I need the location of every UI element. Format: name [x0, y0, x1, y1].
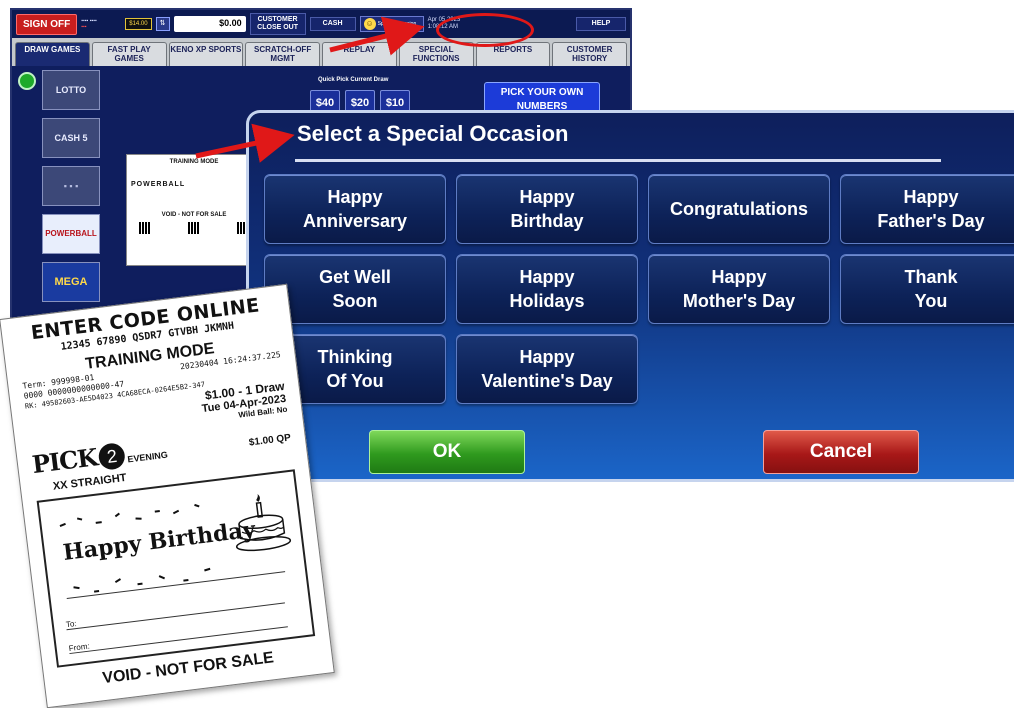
occasion-label-line: Happy — [903, 187, 959, 207]
occasion-label-line: Happy — [519, 267, 575, 287]
occasion-label-line: Thinking — [317, 347, 393, 367]
occasion-label-line: Anniversary — [302, 211, 408, 231]
quick-pick-label: Quick Pick Current Draw — [318, 77, 389, 83]
occasion-label-line: Happy — [711, 267, 767, 287]
special-occasion-dialog: Select a Special Occasion Happy Annivers… — [246, 110, 1014, 482]
occasion-thank-you-button[interactable]: Thank You — [840, 254, 1014, 324]
qr-code-icon — [188, 222, 200, 234]
occasion-label-line: Get Well — [319, 267, 391, 287]
occasion-label-line: Happy — [519, 187, 575, 207]
terminal-tabs: DRAW GAMES FAST PLAY GAMES KENO XP SPORT… — [12, 38, 630, 66]
ticket-play-price: $1.00 QP — [248, 432, 292, 449]
birthday-cake-icon — [235, 493, 292, 552]
amount-field[interactable]: $0.00 — [173, 16, 246, 32]
ticket-preview-codes — [131, 222, 257, 234]
balance-display: $14.00 — [125, 18, 152, 30]
special-occasion-button[interactable]: ☺ Special Occasion — [359, 16, 424, 32]
game-tile-cash5[interactable]: CASH 5 — [42, 118, 100, 158]
tab-replay[interactable]: REPLAY — [322, 42, 397, 66]
occasion-label-line: You — [914, 291, 948, 311]
occasion-label-line: Of You — [326, 371, 384, 391]
ok-button[interactable]: OK — [369, 430, 525, 474]
terminal-top-bar: SIGN OFF ▪▪▪▪ ▪▪▪▪ ▪▪▪ $14.00 ⇅ $0.00 CUS… — [12, 10, 630, 38]
occasion-happy-holidays-button[interactable]: Happy Holidays — [456, 254, 638, 324]
printed-ticket: ENTER CODE ONLINE 12345 67890 QSDR7 GTVB… — [0, 283, 335, 708]
tab-keno-xp-sports[interactable]: KENO XP SPORTS — [168, 42, 244, 66]
occasion-label-line: Birthday — [510, 211, 584, 231]
cash-button[interactable]: CASH — [309, 17, 356, 31]
cancel-button[interactable]: Cancel — [763, 430, 919, 474]
sign-off-button[interactable]: SIGN OFF — [16, 13, 78, 35]
occasion-label-line: Happy — [519, 347, 575, 367]
dialog-title: Select a Special Occasion — [297, 121, 569, 146]
ticket-preview-game: POWERBALL — [131, 181, 186, 188]
occasion-congratulations-button[interactable]: Congratulations — [648, 174, 830, 244]
game-list: LOTTO CASH 5 ▪ ▪ ▪ POWERBALL MEGA — [42, 70, 104, 310]
occasion-label-line: Father's Day — [877, 211, 985, 231]
game-tile-powerball[interactable]: POWERBALL — [42, 214, 100, 254]
customer-close-out-button[interactable]: CUSTOMER CLOSE OUT — [249, 13, 306, 35]
dialog-divider — [295, 159, 941, 162]
tab-scratch-off-mgmt[interactable]: SCRATCH-OFF MGMT — [245, 42, 320, 66]
occasion-grid: Happy Anniversary Happy Birthday Congrat… — [264, 174, 1014, 404]
terminal-status-text: ▪▪▪▪ ▪▪▪▪ ▪▪▪ — [81, 18, 97, 30]
highlight-circle — [436, 13, 534, 47]
qr-code-icon — [139, 222, 151, 234]
pick2-logo-number: 2 — [97, 441, 127, 471]
smiley-icon: ☺ — [363, 18, 376, 30]
occasion-label-line: Congratulations — [670, 199, 808, 219]
occasion-get-well-soon-button[interactable]: Get Well Soon — [264, 254, 446, 324]
tab-customer-history[interactable]: CUSTOMER HISTORY — [552, 42, 627, 66]
occasion-happy-mothers-day-button[interactable]: Happy Mother's Day — [648, 254, 830, 324]
special-occasion-label: Special Occasion — [377, 21, 417, 27]
pick2-logo: PICK — [30, 442, 99, 480]
game-tile-placeholder[interactable]: ▪ ▪ ▪ — [42, 166, 100, 206]
occasion-label-line: Valentine's Day — [481, 371, 613, 391]
tab-draw-games[interactable]: DRAW GAMES — [15, 42, 90, 66]
ticket-preview-void: VOID - NOT FOR SALE — [161, 212, 227, 218]
counter-icon[interactable]: ⇅ — [155, 17, 170, 31]
game-tile-lotto[interactable]: LOTTO — [42, 70, 100, 110]
tab-special-functions[interactable]: SPECIAL FUNCTIONS — [398, 42, 474, 66]
occasion-happy-fathers-day-button[interactable]: Happy Father's Day — [840, 174, 1014, 244]
occasion-label-line: Happy — [327, 187, 383, 207]
tab-fast-play-games[interactable]: FAST PLAY GAMES — [91, 42, 167, 66]
occasion-happy-valentines-day-button[interactable]: Happy Valentine's Day — [456, 334, 638, 404]
ticket-preview-title: TRAINING MODE — [169, 159, 219, 165]
occasion-happy-anniversary-button[interactable]: Happy Anniversary — [264, 174, 446, 244]
ticket-draw-time: EVENING — [126, 449, 169, 465]
ticket-greeting-box: Happy Birthday To: From: — [36, 469, 316, 668]
occasion-label-line: Soon — [332, 291, 378, 311]
occasion-label-line: Mother's Day — [682, 291, 796, 311]
occasion-happy-birthday-button[interactable]: Happy Birthday — [456, 174, 638, 244]
ticket-preview: TRAINING MODE POWERBALL VOID - NOT FOR S… — [126, 154, 262, 266]
help-button[interactable]: HELP — [576, 17, 626, 31]
occasion-label-line: Thank — [904, 267, 958, 287]
scroll-indicator-icon[interactable] — [18, 72, 36, 90]
game-tile-mega[interactable]: MEGA — [42, 262, 100, 302]
occasion-label-line: Holidays — [509, 291, 585, 311]
